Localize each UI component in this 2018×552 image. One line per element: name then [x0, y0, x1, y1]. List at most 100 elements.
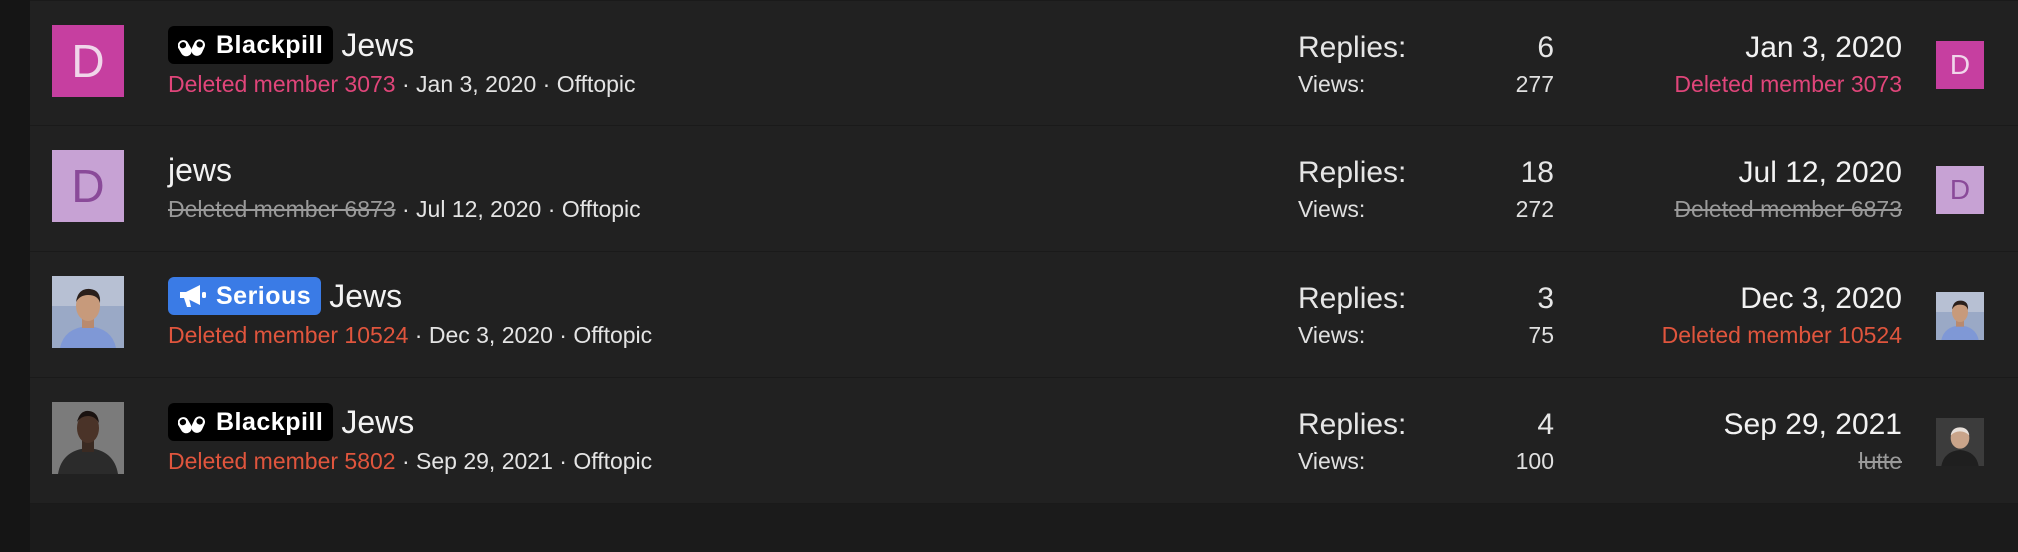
last-post-date[interactable]: Jan 3, 2020: [1674, 29, 1902, 67]
author-link[interactable]: Deleted member 6873: [168, 196, 396, 222]
user-photo-icon: [1936, 418, 1984, 466]
last-post-date[interactable]: Sep 29, 2021: [1724, 406, 1903, 444]
replies-label: Replies:: [1298, 156, 1407, 189]
thread-meta: Deleted member 3073 · Jan 3, 2020 · Offt…: [168, 71, 636, 98]
user-photo-icon: [1936, 292, 1984, 340]
pills-icon: [178, 33, 208, 57]
pills-icon: [178, 410, 208, 434]
views-stat: Views: 100: [1298, 444, 1554, 478]
author-avatar[interactable]: D: [52, 25, 124, 97]
last-post-user[interactable]: Deleted member 6873: [1674, 192, 1902, 226]
last-post-user[interactable]: Deleted member 3073: [1674, 67, 1902, 101]
views-label: Views:: [1298, 195, 1366, 222]
avatar-letter: D: [71, 160, 105, 212]
thread-meta: Deleted member 5802 · Sep 29, 2021 · Off…: [168, 448, 652, 475]
avatar-letter: D: [1949, 174, 1971, 205]
last-post-user[interactable]: Deleted member 10524: [1662, 318, 1902, 352]
avatar-letter: D: [71, 35, 105, 87]
avatar-letter: D: [1949, 49, 1971, 80]
last-post-info: Jul 12, 2020 Deleted member 6873: [1674, 154, 1902, 226]
meta-separator: ·: [401, 196, 417, 222]
views-stat: Views: 277: [1298, 67, 1554, 101]
author-avatar[interactable]: D: [52, 150, 124, 222]
thread-meta: Deleted member 6873 · Jul 12, 2020 · Off…: [168, 196, 641, 223]
replies-label: Replies:: [1298, 408, 1407, 441]
meta-separator: ·: [401, 448, 417, 474]
views-count: 100: [1515, 447, 1554, 474]
thread-stats: Replies: 18 Views: 272: [1298, 154, 1554, 226]
views-stat: Views: 75: [1298, 318, 1554, 352]
replies-stat: Replies: 4: [1298, 406, 1554, 444]
thread-row[interactable]: D jews Deleted member 6873 · Jul 12, 202…: [30, 126, 2018, 252]
views-count: 75: [1528, 321, 1554, 348]
last-post-info: Jan 3, 2020 Deleted member 3073: [1674, 29, 1902, 101]
thread-row[interactable]: Blackpill Jews Deleted member 5802 · Sep…: [30, 378, 2018, 504]
author-link[interactable]: Deleted member 3073: [168, 71, 396, 97]
last-post-info: Dec 3, 2020 Deleted member 10524: [1662, 280, 1902, 352]
replies-stat: Replies: 6: [1298, 29, 1554, 67]
thread-start-date[interactable]: Jan 3, 2020: [416, 71, 536, 97]
last-post-date[interactable]: Jul 12, 2020: [1674, 154, 1902, 192]
replies-label: Replies:: [1298, 31, 1407, 64]
replies-stat: Replies: 3: [1298, 280, 1554, 318]
thread-list-panel: D Blackpill Jews Deleted member 3073 · J…: [0, 0, 2018, 552]
thread-row[interactable]: Serious Jews Deleted member 10524 · Dec …: [30, 252, 2018, 378]
thread-title-link[interactable]: Jews: [341, 404, 414, 441]
last-poster-avatar[interactable]: [1936, 292, 1984, 340]
forum-link[interactable]: Offtopic: [573, 448, 652, 474]
thread-title-link[interactable]: Jews: [341, 27, 414, 64]
prefix-badge-serious[interactable]: Serious: [168, 277, 322, 315]
replies-count: 3: [1537, 282, 1554, 315]
thread-title-line: jews: [168, 148, 232, 192]
prefix-badge-blackpill[interactable]: Blackpill: [168, 403, 334, 441]
views-label: Views:: [1298, 70, 1366, 97]
author-link[interactable]: Deleted member 10524: [168, 322, 408, 348]
author-avatar[interactable]: [52, 402, 124, 474]
thread-row[interactable]: D Blackpill Jews Deleted member 3073 · J…: [30, 0, 2018, 126]
badge-label: Serious: [216, 281, 312, 310]
replies-count: 4: [1537, 408, 1554, 441]
forum-link[interactable]: Offtopic: [573, 322, 652, 348]
replies-stat: Replies: 18: [1298, 154, 1554, 192]
meta-separator: ·: [401, 71, 417, 97]
megaphone-icon: [178, 283, 208, 309]
user-photo-icon: [52, 276, 124, 348]
views-label: Views:: [1298, 447, 1366, 474]
thread-title-link[interactable]: jews: [168, 152, 232, 189]
thread-meta: Deleted member 10524 · Dec 3, 2020 · Off…: [168, 322, 652, 349]
badge-label: Blackpill: [216, 30, 324, 59]
thread-title-line: Blackpill Jews: [168, 23, 414, 67]
meta-separator: ·: [559, 322, 574, 348]
user-photo-icon: [52, 402, 124, 474]
prefix-badge-blackpill[interactable]: Blackpill: [168, 26, 334, 64]
thread-start-date[interactable]: Sep 29, 2021: [416, 448, 553, 474]
views-count: 277: [1515, 70, 1554, 97]
badge-label: Blackpill: [216, 407, 324, 436]
replies-count: 6: [1537, 31, 1554, 64]
meta-separator: ·: [547, 196, 562, 222]
views-label: Views:: [1298, 321, 1366, 348]
thread-stats: Replies: 3 Views: 75: [1298, 280, 1554, 352]
meta-separator: ·: [542, 71, 557, 97]
views-count: 272: [1515, 195, 1554, 222]
thread-title-link[interactable]: Jews: [329, 278, 402, 315]
thread-list: D Blackpill Jews Deleted member 3073 · J…: [30, 0, 2018, 504]
last-post-date[interactable]: Dec 3, 2020: [1662, 280, 1902, 318]
left-edge: [0, 0, 30, 552]
thread-title-line: Blackpill Jews: [168, 400, 414, 444]
thread-start-date[interactable]: Dec 3, 2020: [429, 322, 553, 348]
thread-start-date[interactable]: Jul 12, 2020: [416, 196, 541, 222]
last-poster-avatar[interactable]: [1936, 418, 1984, 466]
forum-link[interactable]: Offtopic: [557, 71, 636, 97]
meta-separator: ·: [414, 322, 429, 348]
author-avatar[interactable]: [52, 276, 124, 348]
thread-stats: Replies: 4 Views: 100: [1298, 406, 1554, 478]
forum-link[interactable]: Offtopic: [562, 196, 641, 222]
last-poster-avatar[interactable]: D: [1936, 166, 1984, 214]
replies-label: Replies:: [1298, 282, 1407, 315]
thread-title-line: Serious Jews: [168, 274, 402, 318]
last-poster-avatar[interactable]: D: [1936, 41, 1984, 89]
author-link[interactable]: Deleted member 5802: [168, 448, 396, 474]
last-post-info: Sep 29, 2021 lutte: [1724, 406, 1903, 478]
last-post-user[interactable]: lutte: [1724, 444, 1902, 478]
